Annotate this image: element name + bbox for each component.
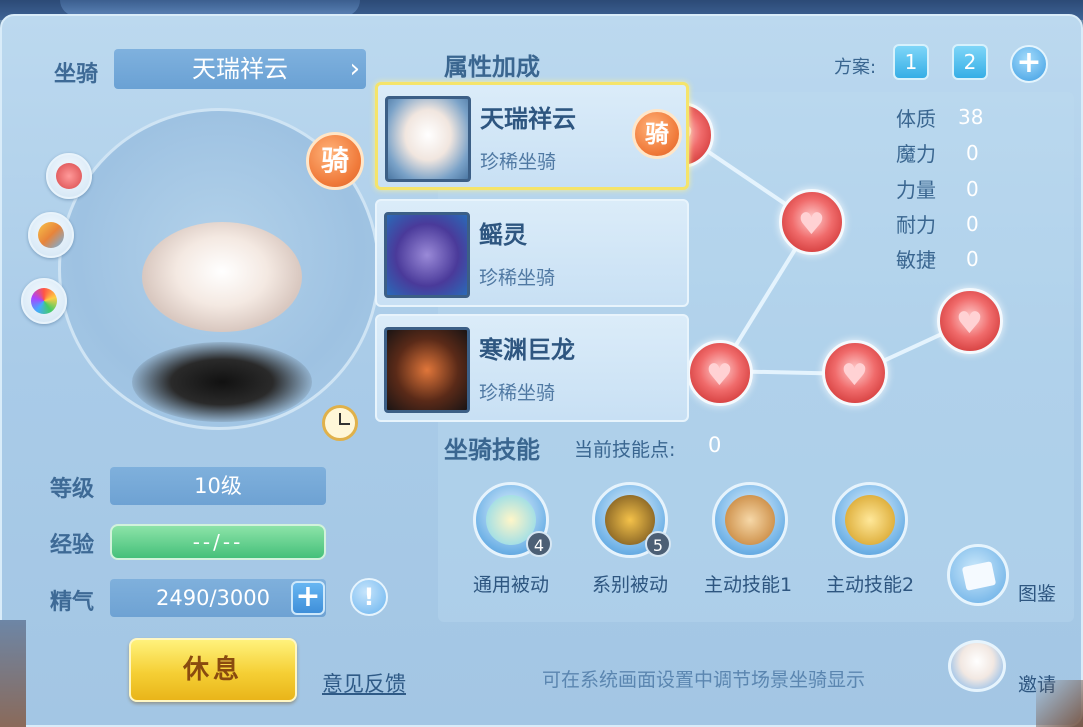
attribute-node[interactable]: ♥: [779, 189, 845, 255]
mount-card[interactable]: 鳐灵 珍稀坐骑: [375, 199, 689, 307]
skill-active-2[interactable]: [832, 482, 908, 558]
skill-count: 4: [526, 531, 552, 557]
heart-icon: ♥: [798, 207, 825, 242]
skill-general-passive[interactable]: 4: [473, 482, 552, 558]
heart-icon: ♥: [956, 306, 983, 341]
skill-label: 主动技能2: [825, 574, 915, 596]
attribute-node[interactable]: ♥: [937, 288, 1003, 354]
mount-card-name: 鳐灵: [479, 221, 527, 249]
mount-card-name: 寒渊巨龙: [479, 336, 575, 364]
skill-icon: [845, 495, 895, 545]
mount-card-name: 天瑞祥云: [480, 105, 576, 133]
mount-card-rarity: 珍稀坐骑: [480, 151, 557, 173]
mount-card[interactable]: 寒渊巨龙 珍稀坐骑: [375, 314, 689, 422]
mount-card[interactable]: 天瑞祥云 珍稀坐骑 骑: [375, 82, 689, 190]
ride-badge: 骑: [632, 109, 682, 159]
heart-icon: ♥: [706, 358, 733, 393]
skills-title: 坐骑技能: [444, 436, 540, 464]
skill-points-value: 0: [708, 433, 722, 457]
mount-card-rarity: 珍稀坐骑: [479, 267, 556, 289]
mount-portrait: [384, 212, 470, 298]
codex-book-icon[interactable]: [947, 544, 1009, 606]
attribute-node[interactable]: ♥: [687, 340, 753, 406]
scene-edge-right: [1036, 680, 1083, 727]
attribute-node[interactable]: ♥: [822, 340, 888, 406]
skill-count: 5: [645, 531, 671, 557]
mount-portrait: [385, 96, 471, 182]
mount-portrait: [384, 327, 470, 413]
skill-icon: [725, 495, 775, 545]
mount-card-rarity: 珍稀坐骑: [479, 382, 556, 404]
mount-panel: 坐骑 天瑞祥云 › 骑 等级 10级 经验 --/-- 精气 2490/3000…: [0, 14, 1083, 727]
skill-school-passive[interactable]: 5: [592, 482, 671, 558]
codex-label[interactable]: 图鉴: [1018, 579, 1056, 606]
skill-label: 通用被动: [472, 574, 549, 596]
skill-label: 系别被动: [591, 574, 668, 596]
heart-icon: ♥: [841, 358, 868, 393]
invite-icon[interactable]: [948, 640, 1006, 692]
skill-label: 主动技能1: [703, 574, 793, 596]
skill-active-1[interactable]: [712, 482, 788, 558]
scene-edge-left: [0, 620, 26, 727]
display-hint: 可在系统画面设置中调节场景坐骑显示: [542, 669, 866, 691]
skill-points-label: 当前技能点:: [574, 439, 676, 461]
